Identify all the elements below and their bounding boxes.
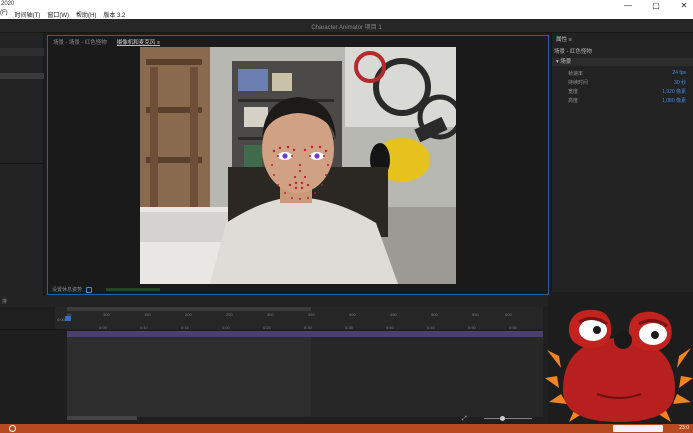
timeline-zoom: ⤢ xyxy=(462,416,544,422)
app-header: Character Animator 项目 1 xyxy=(0,19,693,33)
tab-camera-mic[interactable]: 摄像机和麦克风 ≡ xyxy=(116,38,161,46)
os-taskbar: 23:0 xyxy=(0,424,693,433)
ruler-frame: 100 xyxy=(103,312,110,317)
ruler-frame: 500 xyxy=(431,312,438,317)
properties-panel: 属性 ≡ 场景 - 红色怪物 ▾ 场景 帧速率 24 fps 持续时间 30 秒… xyxy=(551,33,693,292)
minimize-button[interactable]: — xyxy=(623,1,633,10)
red-monster-puppet xyxy=(545,309,693,422)
ruler-frame: 600 xyxy=(505,312,512,317)
taskbar-clock[interactable]: 23:0 xyxy=(679,425,689,431)
project-item-selected[interactable] xyxy=(0,73,44,79)
puppet-character xyxy=(545,298,693,426)
ruler-tick: 0:50 xyxy=(468,325,476,330)
prop-value[interactable]: 1,920 像素 xyxy=(662,88,686,95)
menu-help[interactable]: 帮助(H) xyxy=(76,10,96,19)
close-button[interactable]: ✕ xyxy=(679,1,689,10)
prop-row: 帧速率 24 fps xyxy=(568,70,686,77)
ruler-tick: 0:30 xyxy=(304,325,312,330)
scene-panel: 场景 - 场景 - 红色怪物 摄像机和麦克风 ≡ 设置休息姿势 xyxy=(47,35,549,295)
window-titlebar: 2020 (F) 时间轴(T) 窗口(W) 帮助(H) 版本 3.2 — ▢ ✕ xyxy=(0,0,693,19)
scene-status-bar: 设置休息姿势 xyxy=(52,285,161,294)
ruler-tick: 0:40 xyxy=(386,325,394,330)
ruler-frame: 350 xyxy=(308,312,315,317)
prop-label: 帧速率 xyxy=(568,71,584,77)
ruler-frame: 250 xyxy=(226,312,233,317)
zoom-slider-knob[interactable] xyxy=(500,416,505,421)
microphone-icon[interactable] xyxy=(86,286,93,293)
system-tray[interactable] xyxy=(613,425,663,432)
ruler-frame: 00 xyxy=(67,312,72,317)
menu-timeline[interactable]: 时间轴(T) xyxy=(15,10,41,19)
prop-label: 持续时间 xyxy=(568,80,589,86)
time-ruler[interactable]: 0:00 0:05 0:10 0:15 0:20 0:25 0:30 0:35 … xyxy=(55,307,543,330)
track-area[interactable] xyxy=(67,337,543,417)
set-rest-pose-label[interactable]: 设置休息姿势 xyxy=(52,286,82,293)
prop-label: 宽度 xyxy=(568,89,579,95)
section-scene[interactable]: ▾ 场景 xyxy=(552,58,693,66)
project-panel-tab[interactable] xyxy=(0,48,44,56)
audio-level-meter xyxy=(106,288,161,291)
prop-row: 宽度 1,920 像素 xyxy=(568,88,686,95)
ruler-tick: 0:15 xyxy=(181,325,189,330)
ruler-frame: 150 xyxy=(144,312,151,317)
prop-row: 持续时间 30 秒 xyxy=(568,79,686,86)
timeline-panel: 排 0:00 0:05 0:10 0:15 0:20 0:25 0:30 0:3… xyxy=(0,295,548,424)
ruler-tick: 0:35 xyxy=(345,325,353,330)
menu-file[interactable]: (F) xyxy=(0,10,8,19)
start-button[interactable] xyxy=(9,425,16,432)
project-title: Character Animator 项目 1 xyxy=(311,25,382,31)
ruler-tick: 0:55 xyxy=(509,325,517,330)
ruler-tick: 0:00 xyxy=(57,317,65,322)
prop-row: 高度 1,080 像素 xyxy=(568,97,686,104)
zoom-slider-track[interactable] xyxy=(484,418,532,419)
prop-label: 高度 xyxy=(568,98,579,104)
properties-title: 场景 - 红色怪物 xyxy=(554,49,592,55)
timeline-scrollbar[interactable] xyxy=(67,416,137,420)
fit-icon[interactable]: ⤢ xyxy=(462,416,467,423)
timeline-header: 排 xyxy=(0,295,548,307)
timeline-tab[interactable]: 排 xyxy=(2,299,7,305)
window-controls: — ▢ ✕ xyxy=(623,1,689,10)
webcam-preview xyxy=(140,47,456,284)
maximize-button[interactable]: ▢ xyxy=(651,1,661,10)
work-area-region xyxy=(67,337,311,417)
ruler-frame: 400 xyxy=(349,312,356,317)
ruler-tick: 0:20 xyxy=(222,325,230,330)
version-label: 版本 3.2 xyxy=(103,13,126,19)
work-area-bar[interactable] xyxy=(67,307,311,311)
ruler-tick: 0:05 xyxy=(99,325,107,330)
webcam-image xyxy=(140,47,456,284)
tab-scene[interactable]: 场景 - 场景 - 红色怪物 xyxy=(53,38,107,46)
tab-properties[interactable]: 属性 ≡ xyxy=(556,35,572,43)
ruler-frame: 300 xyxy=(267,312,274,317)
track-list xyxy=(0,329,65,424)
ruler-tick: 0:45 xyxy=(427,325,435,330)
prop-value[interactable]: 24 fps xyxy=(672,70,686,77)
ruler-frame: 200 xyxy=(185,312,192,317)
panel-divider xyxy=(0,163,44,164)
prop-value[interactable]: 1,080 像素 xyxy=(662,97,686,104)
ruler-tick: 0:10 xyxy=(140,325,148,330)
ruler-frame: 550 xyxy=(472,312,479,317)
menu-window[interactable]: 窗口(W) xyxy=(47,10,69,19)
app-title-fragment: 2020 xyxy=(1,1,15,7)
scene-tabs: 场景 - 场景 - 红色怪物 摄像机和麦克风 ≡ xyxy=(48,36,548,46)
menu-bar: (F) 时间轴(T) 窗口(W) 帮助(H) 版本 3.2 xyxy=(0,10,125,19)
ruler-frame: 450 xyxy=(390,312,397,317)
project-panel xyxy=(0,33,44,295)
prop-value[interactable]: 30 秒 xyxy=(674,79,686,86)
ruler-tick: 0:25 xyxy=(263,325,271,330)
